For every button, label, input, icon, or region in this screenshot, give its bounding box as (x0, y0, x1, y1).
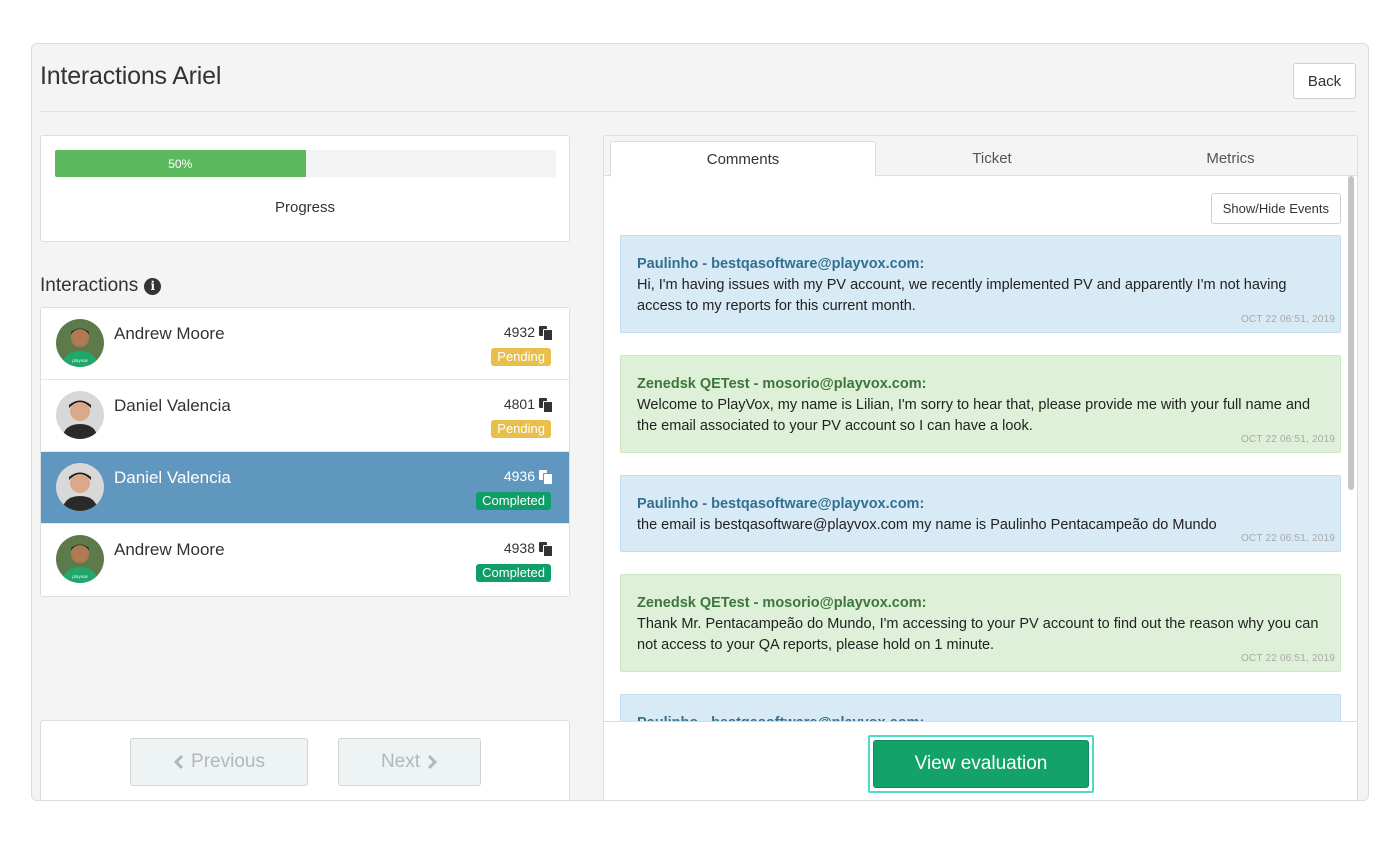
comment-timestamp: OCT 22 06:51, 2019 (1240, 314, 1335, 325)
comments-scrollbar[interactable] (1348, 176, 1354, 490)
interactions-heading-label: Interactions (40, 275, 139, 296)
tab-comments[interactable]: Comments (610, 141, 876, 177)
next-button[interactable]: Next (338, 738, 481, 786)
tab-bar: Comments Ticket Metrics (604, 136, 1357, 177)
next-label: Next (380, 751, 421, 772)
title-divider (40, 111, 1356, 112)
interaction-name: Daniel Valencia (114, 396, 231, 415)
detail-panel: Comments Ticket Metrics Show/Hide Events… (603, 135, 1358, 800)
status-badge: Pending (491, 348, 551, 366)
interaction-id: 4932 (503, 324, 553, 341)
interaction-name: Daniel Valencia (114, 468, 231, 487)
copy-icon[interactable] (539, 469, 553, 485)
avatar: playvox (56, 319, 104, 367)
svg-text:playvox: playvox (72, 574, 88, 579)
comment-message: Zenedsk QETest - mosorio@playvox.com: We… (620, 355, 1341, 453)
avatar: playvox (56, 535, 104, 583)
comment-author: Paulinho - bestqasoftware@playvox.com: (637, 496, 925, 512)
interaction-id-value: 4938 (503, 540, 535, 556)
interaction-id-value: 4932 (503, 324, 535, 340)
back-button[interactable]: Back (1293, 63, 1356, 99)
list-item[interactable]: Daniel Valencia 4801 Pending (41, 380, 569, 452)
comment-text: Hi, I'm having issues with my PV account… (637, 277, 1287, 314)
comment-message: Paulinho - bestqasoftware@playvox.com: H… (620, 235, 1341, 333)
status-badge: Completed (476, 564, 551, 582)
comment-author: Zenedsk QETest - mosorio@playvox.com: (637, 595, 927, 611)
interaction-name: Andrew Moore (114, 324, 225, 343)
pagination-card: Previous Next (40, 720, 570, 800)
comment-author: Zenedsk QETest - mosorio@playvox.com: (637, 376, 927, 392)
info-circle-icon[interactable]: i (144, 277, 162, 295)
avatar (56, 391, 104, 439)
comment-timestamp: OCT 22 06:51, 2019 (1240, 533, 1335, 544)
interaction-id-value: 4801 (503, 396, 535, 412)
chevron-right-icon (427, 754, 438, 770)
progress-card: 50% Progress (40, 135, 570, 242)
copy-icon[interactable] (539, 541, 553, 557)
view-evaluation-focus-ring: View evaluation (868, 735, 1094, 793)
tab-metrics[interactable]: Metrics (1108, 141, 1353, 176)
page-title: Interactions Ariel (40, 62, 222, 90)
status-badge: Completed (476, 492, 551, 510)
evaluation-footer: View evaluation (604, 721, 1357, 800)
view-evaluation-button[interactable]: View evaluation (873, 740, 1089, 788)
interactions-window: Interactions Ariel Back 50% Progress Int… (31, 43, 1369, 801)
comment-text: the email is bestqasoftware@playvox.com … (637, 517, 1217, 533)
show-hide-events-button[interactable]: Show/Hide Events (1210, 193, 1341, 224)
copy-icon[interactable] (539, 325, 553, 341)
comment-timestamp: OCT 22 06:51, 2019 (1240, 434, 1335, 445)
comment-message: Zenedsk QETest - mosorio@playvox.com: Th… (620, 574, 1341, 672)
interaction-id: 4936 (503, 468, 553, 485)
status-badge: Pending (491, 420, 551, 438)
comment-text: Thank Mr. Pentacampeão do Mundo, I'm acc… (637, 616, 1319, 653)
progress-bar: 50% (55, 150, 556, 177)
interaction-name: Andrew Moore (114, 540, 225, 559)
chevron-left-icon (173, 754, 184, 770)
interaction-id: 4938 (503, 540, 553, 557)
svg-text:playvox: playvox (72, 358, 88, 363)
previous-label: Previous (191, 751, 265, 772)
copy-icon[interactable] (539, 397, 553, 413)
interactions-list: playvox Andrew Moore 4932 Pending Daniel… (40, 307, 570, 597)
progress-label: Progress (274, 199, 336, 216)
previous-button[interactable]: Previous (130, 738, 308, 786)
list-item[interactable]: Daniel Valencia 4936 Completed (41, 452, 569, 524)
list-item[interactable]: playvox Andrew Moore 4932 Pending (41, 308, 569, 380)
interaction-id-value: 4936 (503, 468, 535, 484)
progress-bar-fill: 50% (55, 150, 306, 177)
avatar (56, 463, 104, 511)
comment-timestamp: OCT 22 06:51, 2019 (1240, 653, 1335, 664)
comment-message: Paulinho - bestqasoftware@playvox.com: t… (620, 475, 1341, 552)
comment-author: Paulinho - bestqasoftware@playvox.com: (637, 256, 925, 272)
comment-text: Welcome to PlayVox, my name is Lilian, I… (637, 397, 1311, 434)
interaction-id: 4801 (503, 396, 553, 413)
tab-ticket[interactable]: Ticket (876, 141, 1108, 176)
list-item[interactable]: playvox Andrew Moore 4938 Completed (41, 524, 569, 596)
interactions-heading: Interactions i (40, 275, 162, 297)
